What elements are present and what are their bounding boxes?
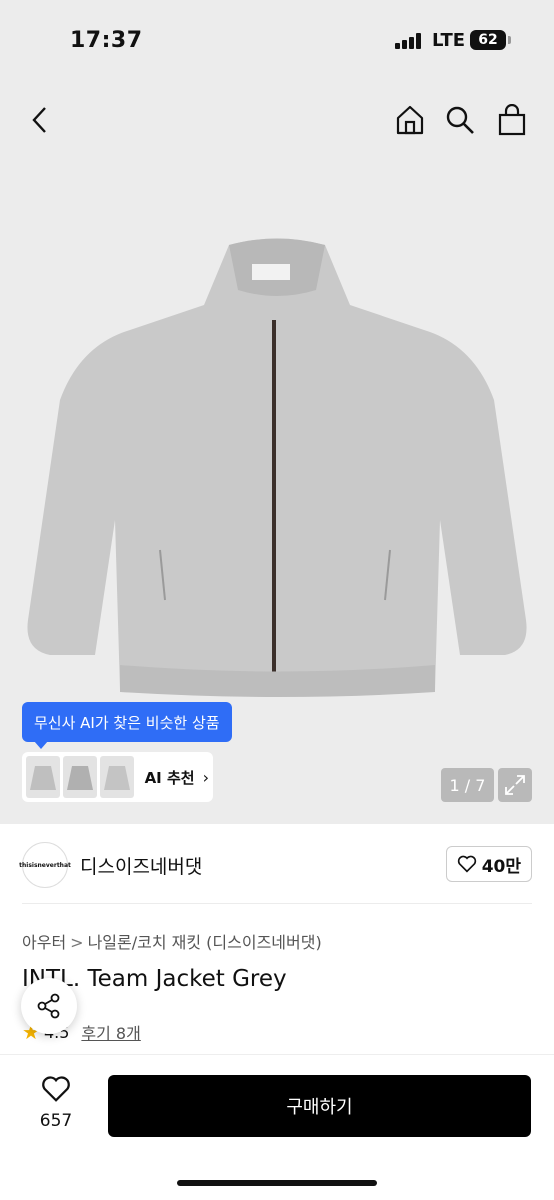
- breadcrumb-subcategory[interactable]: 나일론/코치 재킷 (디스이즈네버댓): [88, 933, 322, 952]
- ai-thumb-3[interactable]: [99, 756, 134, 798]
- brand-row[interactable]: thisisneverthat 디스이즈네버댓 40만: [19, 840, 532, 890]
- chevron-right-icon: ›: [202, 767, 209, 787]
- cart-button[interactable]: [492, 100, 532, 140]
- share-icon: [37, 993, 60, 1019]
- brand-like-count: 40만: [481, 856, 521, 877]
- signal-icon: [395, 33, 423, 49]
- image-page-indicator: 1 / 7: [441, 768, 494, 802]
- ai-recommend-button[interactable]: AI 추천 ›: [22, 752, 213, 802]
- ai-thumb-2[interactable]: [62, 756, 97, 798]
- search-button[interactable]: [440, 100, 480, 140]
- bottom-action-bar: 657 구매하기: [0, 1054, 554, 1200]
- home-icon: [396, 105, 424, 135]
- brand-logo[interactable]: thisisneverthat: [19, 842, 71, 888]
- home-button[interactable]: [390, 100, 430, 140]
- search-icon: [446, 106, 474, 134]
- network-label: LTE: [432, 30, 466, 51]
- wishlist-button[interactable]: 657: [28, 1075, 84, 1131]
- home-indicator: [177, 1180, 377, 1186]
- shopping-bag-icon: [498, 104, 526, 136]
- breadcrumb-category[interactable]: 아우터: [22, 933, 66, 952]
- heart-icon: [42, 1076, 70, 1102]
- expand-icon: [505, 775, 525, 795]
- buy-button[interactable]: 구매하기: [108, 1075, 531, 1137]
- ai-similar-tooltip[interactable]: 무신사 AI가 찾은 비슷한 상품: [22, 702, 232, 749]
- share-button[interactable]: [21, 978, 77, 1034]
- breadcrumb-separator: >: [70, 933, 84, 952]
- divider: [22, 903, 532, 904]
- ai-thumb-1[interactable]: [26, 756, 60, 798]
- heart-icon: [457, 855, 476, 873]
- battery-icon: 62: [470, 30, 506, 50]
- brand-name[interactable]: 디스이즈네버댓: [80, 852, 202, 879]
- product-image: [27, 238, 527, 697]
- brand-like-button[interactable]: 40만: [445, 846, 532, 882]
- product-image-area[interactable]: 17:37 LTE 62 무신사 AI가 찾은 비슷한 상품 AI 추천 › 1…: [0, 0, 554, 824]
- status-bar: 17:37 LTE 62: [0, 0, 554, 84]
- wishlist-count: 657: [39, 1111, 73, 1131]
- chevron-left-icon: [32, 107, 46, 133]
- expand-image-button[interactable]: [498, 768, 532, 802]
- reviews-link[interactable]: 후기 8개: [81, 1020, 140, 1044]
- battery-tip: [508, 36, 511, 44]
- ai-recommend-label: AI 추천: [144, 768, 195, 787]
- breadcrumb: 아우터 > 나일론/코치 재킷 (디스이즈네버댓): [22, 929, 322, 953]
- back-button[interactable]: [22, 100, 58, 140]
- status-time: 17:37: [70, 28, 143, 53]
